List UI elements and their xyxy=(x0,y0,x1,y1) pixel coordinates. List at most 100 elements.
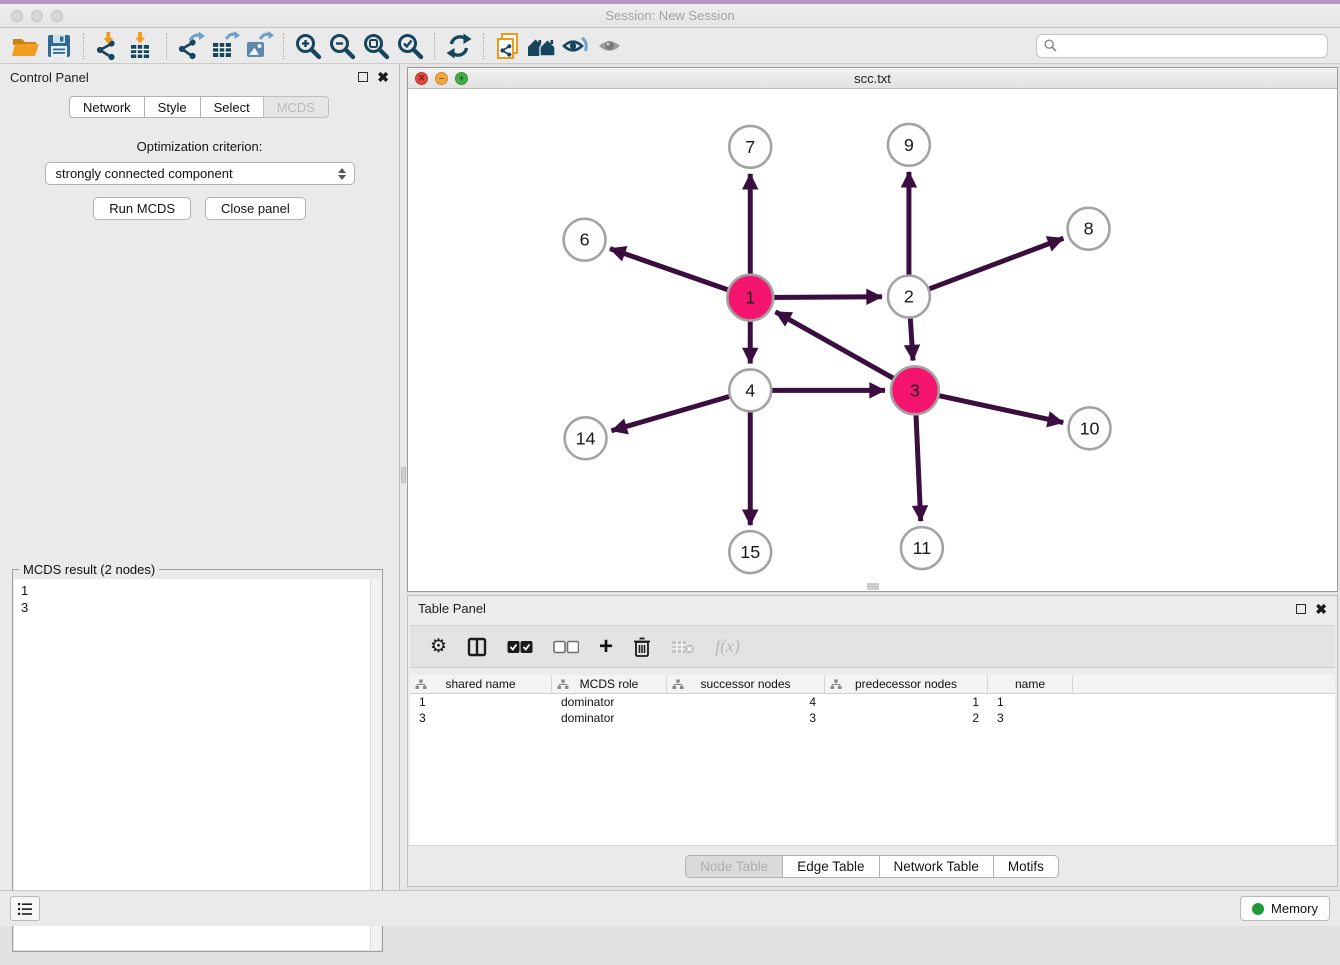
search-box[interactable] xyxy=(1036,34,1328,58)
column-tree-icon xyxy=(415,679,427,690)
table-tab-node-table[interactable]: Node Table xyxy=(685,855,783,878)
network-canvas[interactable]: 7 9 6 8 1 2 4 3 14 10 15 11 xyxy=(408,90,1337,591)
import-network-button[interactable] xyxy=(91,30,125,62)
criterion-dropdown[interactable]: strongly connected component xyxy=(45,162,355,185)
svg-text:2: 2 xyxy=(904,287,914,307)
float-panel-icon[interactable] xyxy=(358,72,368,82)
table-cell[interactable]: dominator xyxy=(552,710,667,726)
close-panel-button[interactable]: Close panel xyxy=(205,197,306,220)
network-graph[interactable]: 7 9 6 8 1 2 4 3 14 10 15 11 xyxy=(408,90,1337,591)
zoom-selected-button[interactable] xyxy=(393,30,427,62)
graph-node-2[interactable]: 2 xyxy=(888,276,930,318)
close-panel-icon[interactable]: ✖ xyxy=(377,72,389,82)
table-cell[interactable]: 1 xyxy=(988,694,1073,710)
zoom-fit-button[interactable] xyxy=(359,30,393,62)
table-row[interactable]: 3dominator323 xyxy=(410,710,1335,726)
memory-button[interactable]: Memory xyxy=(1240,896,1330,921)
graph-node-15[interactable]: 15 xyxy=(729,531,771,573)
control-tab-style[interactable]: Style xyxy=(144,96,201,118)
zoom-out-button[interactable] xyxy=(325,30,359,62)
control-tab-network[interactable]: Network xyxy=(69,96,145,118)
float-table-panel-icon[interactable] xyxy=(1296,604,1306,614)
table-cell[interactable]: 1 xyxy=(410,694,552,710)
app-titlebar: Session: New Session xyxy=(0,4,1340,28)
run-mcds-button[interactable]: Run MCDS xyxy=(93,197,191,220)
graph-node-4[interactable]: 4 xyxy=(729,369,771,411)
export-image-button[interactable] xyxy=(242,30,276,62)
apply-layout-button[interactable] xyxy=(442,30,476,62)
optimization-criterion-label: Optimization criterion: xyxy=(0,139,399,154)
column-header-MCDS-role[interactable]: MCDS role xyxy=(552,675,667,693)
graph-node-8[interactable]: 8 xyxy=(1068,208,1110,250)
table-cell[interactable]: 3 xyxy=(667,710,825,726)
column-header-predecessor-nodes[interactable]: predecessor nodes xyxy=(825,675,988,693)
column-header-shared-name[interactable]: shared name xyxy=(410,675,552,693)
table-cell[interactable]: dominator xyxy=(552,694,667,710)
network-window-title: scc.txt xyxy=(408,71,1337,86)
open-file-button[interactable] xyxy=(8,30,42,62)
graph-edge-2-8[interactable] xyxy=(909,238,1063,296)
table-cell[interactable]: 4 xyxy=(667,694,825,710)
table-cell[interactable]: 2 xyxy=(825,710,988,726)
export-table-icon xyxy=(210,31,240,61)
control-panel-header: Control Panel ✖ xyxy=(0,64,399,90)
graph-node-14[interactable]: 14 xyxy=(565,417,607,459)
graph-node-6[interactable]: 6 xyxy=(564,219,606,261)
table-tab-network-table[interactable]: Network Table xyxy=(879,855,994,878)
graph-node-1[interactable]: 1 xyxy=(727,275,773,321)
table-cell[interactable]: 3 xyxy=(988,710,1073,726)
add-column-icon[interactable]: + xyxy=(599,637,613,657)
search-input[interactable] xyxy=(1062,38,1320,53)
column-header-successor-nodes[interactable]: successor nodes xyxy=(667,675,825,693)
delete-column-icon[interactable] xyxy=(633,637,651,657)
table-panel: Table Panel ✖ ⚙ + f(x) xyxy=(407,595,1338,887)
table-row[interactable]: 1dominator411 xyxy=(410,694,1335,710)
main-toolbar xyxy=(0,28,1340,64)
show-all-button[interactable] xyxy=(593,30,627,62)
graph-node-9[interactable]: 9 xyxy=(888,124,930,166)
search-icon xyxy=(1044,39,1057,52)
node-table: shared nameMCDS rolesuccessor nodesprede… xyxy=(410,675,1335,845)
window-resize-grip[interactable] xyxy=(867,583,879,590)
toolbar-separator xyxy=(283,33,284,59)
control-tab-select[interactable]: Select xyxy=(200,96,264,118)
save-session-button[interactable] xyxy=(42,30,76,62)
svg-text:11: 11 xyxy=(913,538,932,558)
memory-status-dot xyxy=(1252,903,1264,915)
close-table-panel-icon[interactable]: ✖ xyxy=(1315,604,1327,614)
table-cell[interactable]: 3 xyxy=(410,710,552,726)
deselect-all-checkboxes-icon[interactable] xyxy=(553,640,579,654)
divider-grip[interactable] xyxy=(401,467,406,483)
table-tab-edge-table[interactable]: Edge Table xyxy=(782,855,879,878)
graph-node-11[interactable]: 11 xyxy=(901,527,943,569)
graph-node-3[interactable]: 3 xyxy=(891,366,939,414)
table-tab-motifs[interactable]: Motifs xyxy=(993,855,1059,878)
workspace-area: ✕ – + scc.txt 7968124314101511 Table Pan… xyxy=(400,64,1340,890)
export-network-button[interactable] xyxy=(174,30,208,62)
column-header-name[interactable]: name xyxy=(988,675,1073,693)
table-cell[interactable]: 1 xyxy=(825,694,988,710)
svg-text:4: 4 xyxy=(745,380,755,400)
network-view-window: ✕ – + scc.txt 7 9 6 8 1 2 4 3 14 10 15 11 xyxy=(407,67,1338,592)
task-history-button[interactable] xyxy=(10,896,40,921)
graph-node-7[interactable]: 7 xyxy=(729,126,771,168)
zoom-in-button[interactable] xyxy=(291,30,325,62)
table-mode-gear-icon[interactable]: ⚙ xyxy=(430,635,447,658)
houses-icon xyxy=(526,31,558,61)
table-tabs-bar: Node TableEdge TableNetwork TableMotifs xyxy=(408,845,1337,886)
import-table-button[interactable] xyxy=(125,30,159,62)
zoom-selected-icon xyxy=(395,31,425,61)
import-table-icon xyxy=(127,31,157,61)
column-tree-icon xyxy=(830,679,842,690)
network-window-titlebar[interactable]: ✕ – + scc.txt xyxy=(408,68,1337,89)
svg-text:6: 6 xyxy=(580,230,590,250)
hide-selected-button[interactable] xyxy=(559,30,593,62)
split-pane-divider[interactable] xyxy=(400,64,407,890)
clone-network-button[interactable] xyxy=(491,30,525,62)
graph-node-10[interactable]: 10 xyxy=(1069,407,1111,449)
show-column-icon[interactable] xyxy=(467,637,487,657)
control-tab-mcds[interactable]: MCDS xyxy=(263,96,329,118)
select-all-checkboxes-icon[interactable] xyxy=(507,640,533,654)
export-table-button[interactable] xyxy=(208,30,242,62)
first-neighbors-button[interactable] xyxy=(525,30,559,62)
